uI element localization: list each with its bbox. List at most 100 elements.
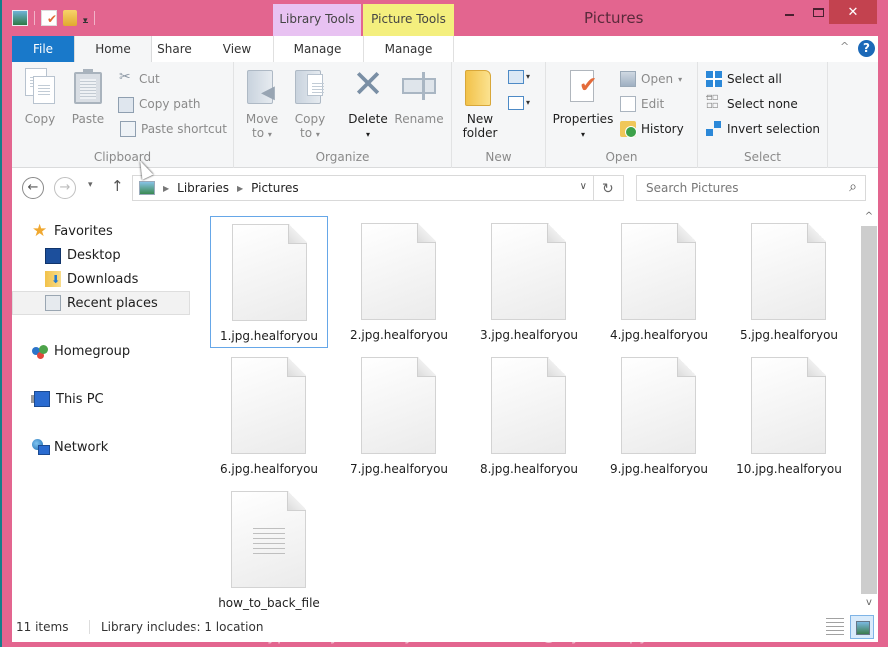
- sidebar-item-recent-places[interactable]: Recent places: [45, 292, 158, 314]
- search-input[interactable]: Search Pictures: [646, 181, 739, 195]
- file-item[interactable]: how_to_back_file: [210, 484, 328, 616]
- new-item-icon[interactable]: [508, 70, 524, 84]
- sidebar-item-label: Homegroup: [54, 343, 131, 359]
- file-name: 3.jpg.healforyou: [479, 328, 579, 342]
- move-to-button[interactable]: ◀ Move to ▾: [242, 68, 282, 142]
- delete-label: Delete: [348, 112, 388, 126]
- breadcrumb-pictures[interactable]: Pictures: [251, 181, 299, 195]
- collapse-ribbon-icon[interactable]: ^: [840, 40, 849, 53]
- file-item[interactable]: 2.jpg.healforyou: [340, 216, 458, 348]
- open-icon: [620, 71, 636, 87]
- file-item[interactable]: 3.jpg.healforyou: [470, 216, 588, 348]
- help-icon[interactable]: ?: [858, 40, 875, 57]
- file-item[interactable]: 7.jpg.healforyou: [340, 350, 458, 482]
- homegroup-icon: [32, 343, 48, 359]
- forward-button[interactable]: →: [54, 177, 76, 199]
- file-item[interactable]: 5.jpg.healforyou: [730, 216, 848, 348]
- sidebar-item-downloads[interactable]: Downloads: [45, 268, 138, 290]
- easy-access-dropdown-icon[interactable]: ▾: [526, 98, 530, 107]
- cut-button[interactable]: Cut: [118, 69, 160, 88]
- edit-button[interactable]: Edit: [620, 95, 664, 113]
- details-view-icon[interactable]: [826, 618, 844, 636]
- sidebar-item-favorites[interactable]: ★ Favorites: [32, 220, 113, 242]
- recent-places-icon: [45, 295, 61, 311]
- pictures-library-icon: [139, 181, 155, 195]
- copy-to-button[interactable]: Copy to ▾: [290, 68, 330, 142]
- properties-button[interactable]: Properties ▾: [550, 68, 616, 142]
- file-name: 2.jpg.healforyou: [349, 328, 449, 342]
- close-icon: ✕: [847, 4, 859, 20]
- sidebar-item-network[interactable]: Network: [32, 436, 108, 458]
- file-item[interactable]: 9.jpg.healforyou: [600, 350, 718, 482]
- rename-button[interactable]: Rename: [394, 68, 444, 126]
- sidebar-item-homegroup[interactable]: Homegroup: [32, 340, 130, 362]
- cut-label: Cut: [139, 72, 160, 86]
- file-item[interactable]: 6.jpg.healforyou: [210, 350, 328, 482]
- paste-button[interactable]: Paste: [68, 68, 108, 126]
- page-corner-icon: [417, 223, 436, 243]
- tab-picture-manage[interactable]: Manage: [363, 36, 454, 62]
- select-none-button[interactable]: Select none: [706, 92, 798, 113]
- new-folder-icon: [463, 68, 497, 106]
- recent-locations-dropdown-icon[interactable]: ▾: [88, 180, 93, 190]
- maximize-button[interactable]: [805, 0, 831, 24]
- breadcrumb-separator-icon[interactable]: ▶: [163, 184, 169, 193]
- up-arrow-icon[interactable]: ↑: [111, 177, 124, 195]
- file-item[interactable]: 4.jpg.healforyou: [600, 216, 718, 348]
- history-button[interactable]: History: [620, 120, 684, 138]
- copy-path-button[interactable]: Copy path: [118, 95, 201, 113]
- watermark: files encrypted by Healforyou ransomware…: [192, 625, 689, 644]
- new-folder-icon[interactable]: [63, 10, 77, 26]
- file-item[interactable]: 1.jpg.healforyou: [210, 216, 328, 348]
- new-folder-button[interactable]: New folder: [460, 68, 500, 140]
- toolbar-separator: [93, 11, 95, 25]
- back-button[interactable]: ←: [22, 177, 44, 199]
- select-all-button[interactable]: Select all: [706, 70, 782, 88]
- scrollbar-thumb[interactable]: [861, 226, 877, 594]
- tab-view[interactable]: View: [217, 36, 257, 62]
- easy-access-icon[interactable]: [508, 96, 524, 110]
- tab-home[interactable]: Home: [74, 36, 152, 62]
- large-icons-view-icon[interactable]: [850, 615, 874, 639]
- open-button[interactable]: Open ▾: [620, 70, 682, 88]
- page-corner-icon: [288, 224, 307, 244]
- invert-selection-button[interactable]: Invert selection: [706, 120, 820, 138]
- file-name: 4.jpg.healforyou: [609, 328, 709, 342]
- page-corner-icon: [677, 223, 696, 243]
- address-history-dropdown-icon[interactable]: ∨: [580, 181, 587, 192]
- tab-library-manage[interactable]: Manage: [273, 36, 361, 62]
- sidebar-item-this-pc[interactable]: This PC: [31, 388, 104, 410]
- vertical-scrollbar[interactable]: ^ v: [860, 208, 878, 612]
- page-corner-icon: [547, 223, 566, 243]
- breadcrumb-libraries[interactable]: Libraries: [177, 181, 229, 195]
- paste-shortcut-button[interactable]: Paste shortcut: [118, 120, 227, 138]
- back-arrow-icon: ←: [27, 180, 39, 195]
- file-name: 6.jpg.healforyou: [219, 462, 319, 476]
- paste-label: Paste: [71, 112, 105, 126]
- customize-dropdown-icon[interactable]: ▾: [83, 13, 88, 26]
- refresh-icon[interactable]: ↻: [602, 181, 614, 197]
- new-item-dropdown-icon[interactable]: ▾: [526, 72, 530, 81]
- scroll-down-button[interactable]: v: [860, 594, 878, 612]
- new-group: New folder ▾ ▾ New: [452, 62, 546, 168]
- breadcrumb-separator-icon[interactable]: ▶: [237, 184, 243, 193]
- sidebar-item-desktop[interactable]: Desktop: [45, 244, 121, 266]
- history-icon: [620, 121, 637, 138]
- tab-file[interactable]: File: [12, 36, 74, 62]
- minimize-button[interactable]: [776, 0, 802, 24]
- select-none-label: Select none: [727, 97, 798, 111]
- title-bar: ▾ Library Tools Picture Tools Pictures ✕: [0, 0, 888, 36]
- search-box[interactable]: Search Pictures ⌕: [636, 175, 866, 201]
- edit-icon: [620, 96, 636, 112]
- copy-label: Copy: [24, 112, 56, 126]
- properties-icon[interactable]: [41, 10, 57, 26]
- address-bar[interactable]: ▶ Libraries ▶ Pictures ∨: [132, 175, 594, 201]
- tab-share[interactable]: Share: [152, 36, 197, 62]
- search-icon[interactable]: ⌕: [849, 179, 857, 195]
- file-item[interactable]: 8.jpg.healforyou: [470, 350, 588, 482]
- scroll-up-button[interactable]: ^: [860, 208, 878, 226]
- delete-button[interactable]: ✕ Delete ▾: [346, 64, 390, 142]
- close-button[interactable]: ✕: [829, 0, 877, 24]
- file-item[interactable]: 10.jpg.healforyou: [730, 350, 848, 482]
- copy-button[interactable]: Copy: [20, 68, 60, 126]
